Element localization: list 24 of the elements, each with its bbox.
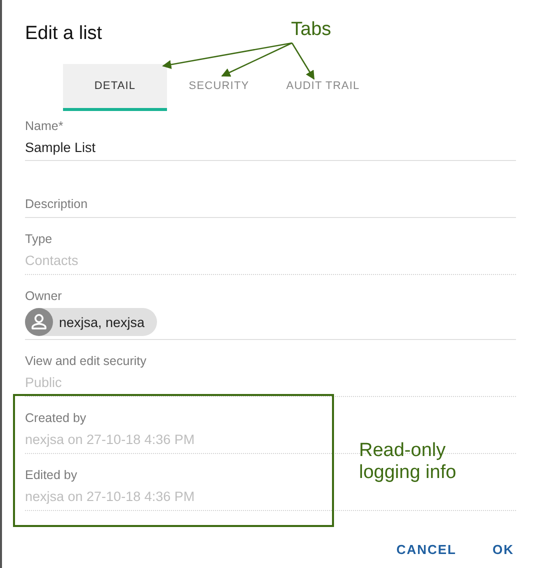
tab[interactable]: DETAIL (63, 64, 167, 111)
person-icon (25, 308, 53, 336)
field-value: Contacts (25, 252, 78, 270)
field-label: Name* (25, 118, 64, 134)
tab[interactable]: SECURITY (167, 64, 271, 111)
annotation-label: Read-only logging info (359, 440, 458, 484)
annotation-label: Tabs (291, 19, 332, 41)
cancel-button[interactable]: CANCEL (386, 535, 466, 563)
field-label: Created by (25, 410, 86, 426)
field-value: nexjsa on 27-10-18 4:36 PM (25, 431, 195, 449)
text-field[interactable]: Name* Sample List (25, 111, 516, 161)
field-label: Type (25, 231, 52, 247)
field-input-value: Sample List (25, 139, 96, 157)
ok-button[interactable]: OK (482, 535, 524, 563)
field-value: Public (25, 374, 62, 392)
field-label: Owner (25, 288, 62, 304)
tab[interactable]: AUDIT TRAIL (271, 64, 375, 111)
dialog-title: Edit a list (25, 22, 102, 46)
field-value: nexjsa on 27-10-18 4:36 PM (25, 488, 195, 506)
text-field[interactable]: Description (25, 161, 516, 218)
field-label: View and edit security (25, 353, 146, 369)
owner-chip[interactable]: nexjsa, nexjsa (25, 308, 157, 336)
field-label: Edited by (25, 467, 78, 483)
field-label: Description (25, 196, 88, 212)
